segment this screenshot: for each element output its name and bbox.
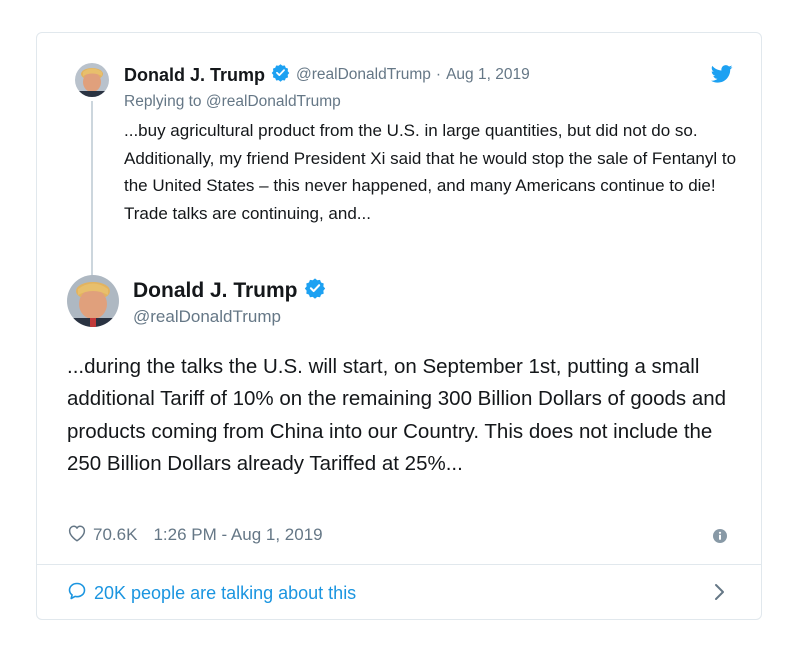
verified-badge-icon [271,63,290,87]
embedded-tweet-card: Donald J. Trump @realDonaldTrump · Aug 1… [36,32,762,620]
tweet-meta-row: 70.6K 1:26 PM - Aug 1, 2019 [67,523,731,547]
header-separator: · [435,66,442,83]
conversation-link-text[interactable]: 20K people are talking about this [94,583,356,604]
heart-icon[interactable] [67,524,93,547]
chevron-right-icon[interactable] [713,582,727,602]
thread-connector-line [91,101,93,277]
twitter-bird-icon[interactable] [710,65,733,83]
main-tweet-text: ...during the talks the U.S. will start,… [67,355,727,476]
parent-tweet-header: Donald J. Trump @realDonaldTrump · Aug 1… [124,63,684,87]
conversation-link[interactable]: 20K people are talking about this [67,581,356,606]
main-author-handle[interactable]: @realDonaldTrump [133,307,281,327]
speech-bubble-icon [67,581,94,606]
replying-to-line: Replying to @realDonaldTrump [124,93,341,111]
main-author-name[interactable]: Donald J. Trump [133,279,298,303]
replying-to-label: Replying to [124,93,202,110]
like-count[interactable]: 70.6K [93,525,137,545]
footer-divider [37,564,761,565]
parent-author-name[interactable]: Donald J. Trump [124,65,265,86]
verified-badge-icon [304,277,326,304]
info-icon[interactable] [713,529,727,543]
parent-tweet-date[interactable]: Aug 1, 2019 [446,66,530,84]
replying-to-handle[interactable]: @realDonaldTrump [206,93,341,110]
parent-tweet-text: ...buy agricultural product from the U.S… [124,121,737,223]
main-tweet-author-row: Donald J. Trump [133,277,326,304]
main-avatar[interactable] [67,275,119,327]
tweet-timestamp[interactable]: 1:26 PM - Aug 1, 2019 [153,525,322,545]
parent-avatar[interactable] [75,63,109,97]
parent-author-handle[interactable]: @realDonaldTrump [296,66,431,84]
